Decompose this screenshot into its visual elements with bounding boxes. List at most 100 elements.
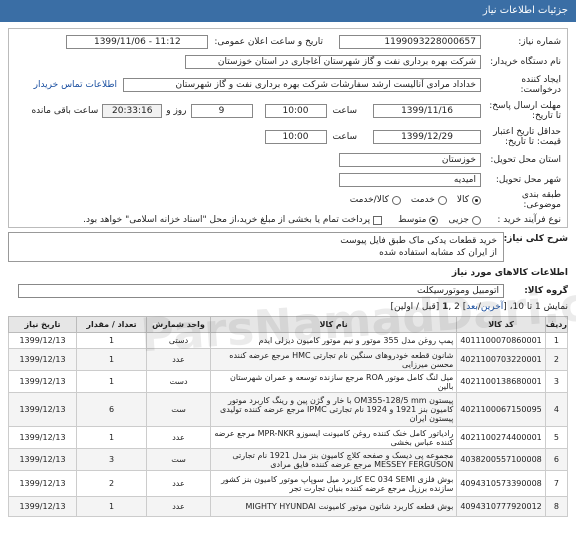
cell-name: بوش قطعه کاربرد شاتون موتور کامیونت MIGH…	[209, 496, 458, 517]
table-row[interactable]: 8 4094310777920012 بوش قطعه کاربرد شاتون م…	[8, 496, 569, 517]
cell-date: 1399/12/13	[8, 448, 77, 471]
buyer-row: نام دستگاه خریدار: شرکت بهره برداری نفت …	[15, 53, 561, 71]
cell-qty: 1	[76, 496, 147, 517]
cell-index: 1	[544, 332, 569, 349]
category-option-service[interactable]: خدمت	[411, 195, 447, 205]
announce-field: 1399/11/06 - 11:12	[66, 35, 209, 49]
table-row[interactable]: 6 4038200557100008 مجموعه پی دیسک و صفحه ک…	[8, 448, 569, 471]
cell-name: میل لنگ کامل موتور ROA مرجع سازنده توسعه…	[209, 370, 458, 393]
buyer-field: شرکت بهره برداری نفت و گاز شهرستان آغاجا…	[185, 55, 481, 69]
cell-date: 1399/12/13	[8, 348, 77, 371]
cell-code: 4021100067150095	[456, 392, 546, 427]
radio-icon	[437, 195, 447, 205]
cell-index: 8	[544, 496, 569, 517]
creator-label: ایجاد کننده درخواست:	[520, 75, 561, 95]
cell-index: 5	[544, 426, 569, 449]
cell-code: 4021100274400001	[456, 426, 546, 449]
description-box: خرید قطعات یدکی ماک طبق فایل پیوست از ای…	[8, 232, 504, 262]
cell-index: 3	[544, 370, 569, 393]
cell-name: مجموعه پی دیسک و صفحه کلاچ کامیون بنز مد…	[209, 448, 458, 471]
cell-name: رادیاتور کامل خنک کننده روغن کامیونت ایس…	[209, 426, 458, 449]
cell-code: 4094310573390008	[456, 470, 546, 497]
cell-qty: 1	[76, 426, 147, 449]
cell-unit: عدد	[146, 426, 211, 449]
cell-index: 7	[544, 470, 569, 497]
category-option-goods[interactable]: کالا	[457, 195, 481, 205]
col-date: تاریخ نیاز	[8, 316, 77, 333]
deadline-label: مهلت ارسال پاسخ: تا تاریخ:	[489, 101, 561, 121]
contact-info-link[interactable]: اطلاعات تماس خریدار	[34, 80, 117, 90]
cell-qty: 6	[76, 392, 147, 427]
cell-date: 1399/12/13	[8, 332, 77, 349]
category-row: طبقه بندی موضوعی: کالا خدمت کالا/خدمت	[15, 190, 561, 210]
cell-unit: عدد	[146, 496, 211, 517]
radio-icon	[391, 195, 401, 205]
table-row[interactable]: 7 4094310573390008 بوش فلزی EC 034 SEMI کا…	[8, 470, 569, 497]
cell-code: 4094310777920012	[456, 496, 546, 517]
creator-field: خداداد مرادی آنالیست ارشد سفارشات شرکت ب…	[123, 78, 481, 92]
table-row[interactable]: 4 4021100067150095 پیستون OM355-128/5 mm ب…	[8, 392, 569, 427]
cell-index: 4	[544, 392, 569, 427]
need-number-label: شماره نیاز:	[518, 37, 561, 47]
cell-index: 6	[544, 448, 569, 471]
validity-time-label: ساعت	[332, 132, 358, 142]
cell-date: 1399/12/13	[8, 426, 77, 449]
goods-section-title: اطلاعات کالاهای مورد نیاز	[451, 268, 568, 278]
deadline-time-field: 10:00	[264, 104, 327, 118]
cell-qty: 1	[76, 348, 147, 371]
cell-qty: 3	[76, 448, 147, 471]
cell-qty: 1	[76, 332, 147, 349]
cell-qty: 2	[76, 470, 147, 497]
cell-index: 2	[544, 348, 569, 371]
days-suffix: روز و	[166, 106, 187, 116]
announce-label: تاریخ و ساعت اعلان عمومی:	[214, 37, 323, 47]
treasury-payment-checkbox[interactable]: پرداخت تمام یا بخشی از مبلغ خرید،از محل …	[83, 215, 383, 225]
validity-date-field: 1399/12/29	[373, 130, 481, 144]
province-label: استان محل تحویل:	[490, 155, 561, 165]
cell-date: 1399/12/13	[8, 392, 77, 427]
city-row: شهر محل تحویل: امیدیه	[15, 171, 561, 189]
table-row[interactable]: 3 4021100138680001 میل لنگ کامل موتور ROA …	[8, 370, 569, 393]
table-row[interactable]: 5 4021100274400001 رادیاتور کامل خنک کننده…	[8, 426, 569, 449]
cell-date: 1399/12/13	[8, 370, 77, 393]
cell-date: 1399/12/13	[8, 470, 77, 497]
validity-label: حداقل تاریخ اعتبار قیمت: تا تاریخ:	[493, 127, 561, 147]
city-label: شهر محل تحویل:	[495, 175, 561, 185]
process-option-medium[interactable]: متوسط	[398, 215, 439, 225]
deadline-time-label: ساعت	[332, 106, 358, 116]
radio-selected-icon	[472, 195, 481, 205]
cell-code: 4021100703220001	[456, 348, 546, 371]
deadline-row: مهلت ارسال پاسخ: تا تاریخ: 1399/11/16 سا…	[15, 99, 561, 123]
process-label: نوع فرآیند خرید :	[497, 215, 561, 225]
checkbox-icon	[373, 215, 383, 225]
creator-row: ایجاد کننده درخواست: خداداد مرادی آنالیس…	[15, 73, 561, 97]
cell-date: 1399/12/13	[8, 496, 77, 517]
need-number-row: شماره نیاز: 1199093228000657 تاریخ و ساع…	[15, 33, 561, 51]
need-details-panel: شماره نیاز: 1199093228000657 تاریخ و ساع…	[8, 28, 568, 228]
buyer-label: نام دستگاه خریدار:	[490, 57, 561, 67]
radio-selected-icon	[429, 215, 439, 225]
province-row: استان محل تحویل: خوزستان	[15, 151, 561, 169]
cell-qty: 1	[76, 370, 147, 393]
radio-icon	[472, 215, 481, 225]
days-left-field: 9	[190, 104, 253, 118]
city-field: امیدیه	[339, 173, 481, 187]
cell-unit: ست	[146, 392, 211, 427]
deadline-date-field: 1399/11/16	[373, 104, 481, 118]
process-option-minor[interactable]: جزیی	[448, 215, 481, 225]
description-line-2: از ایران کد مشابه استفاده شده	[379, 248, 497, 258]
cell-code: 4038200557100008	[456, 448, 546, 471]
validity-row: حداقل تاریخ اعتبار قیمت: تا تاریخ: 1399/…	[15, 125, 561, 149]
cell-unit: عدد	[146, 470, 211, 497]
category-option-both[interactable]: کالا/خدمت	[350, 195, 401, 205]
remaining-suffix: ساعت باقی مانده	[31, 106, 99, 116]
cell-unit: ست	[146, 448, 211, 471]
page-title: جزئیات اطلاعات نیاز	[482, 5, 568, 16]
need-number-field: 1199093228000657	[339, 35, 481, 49]
page-header: جزئیات اطلاعات نیاز	[0, 0, 576, 22]
cell-code: 4021100138680001	[456, 370, 546, 393]
creator-name: خداداد مرادی آنالیست ارشد سفارشات شرکت ب…	[175, 80, 476, 90]
validity-time-field: 10:00	[264, 130, 327, 144]
cell-unit: دست	[146, 370, 211, 393]
province-field: خوزستان	[339, 153, 481, 167]
